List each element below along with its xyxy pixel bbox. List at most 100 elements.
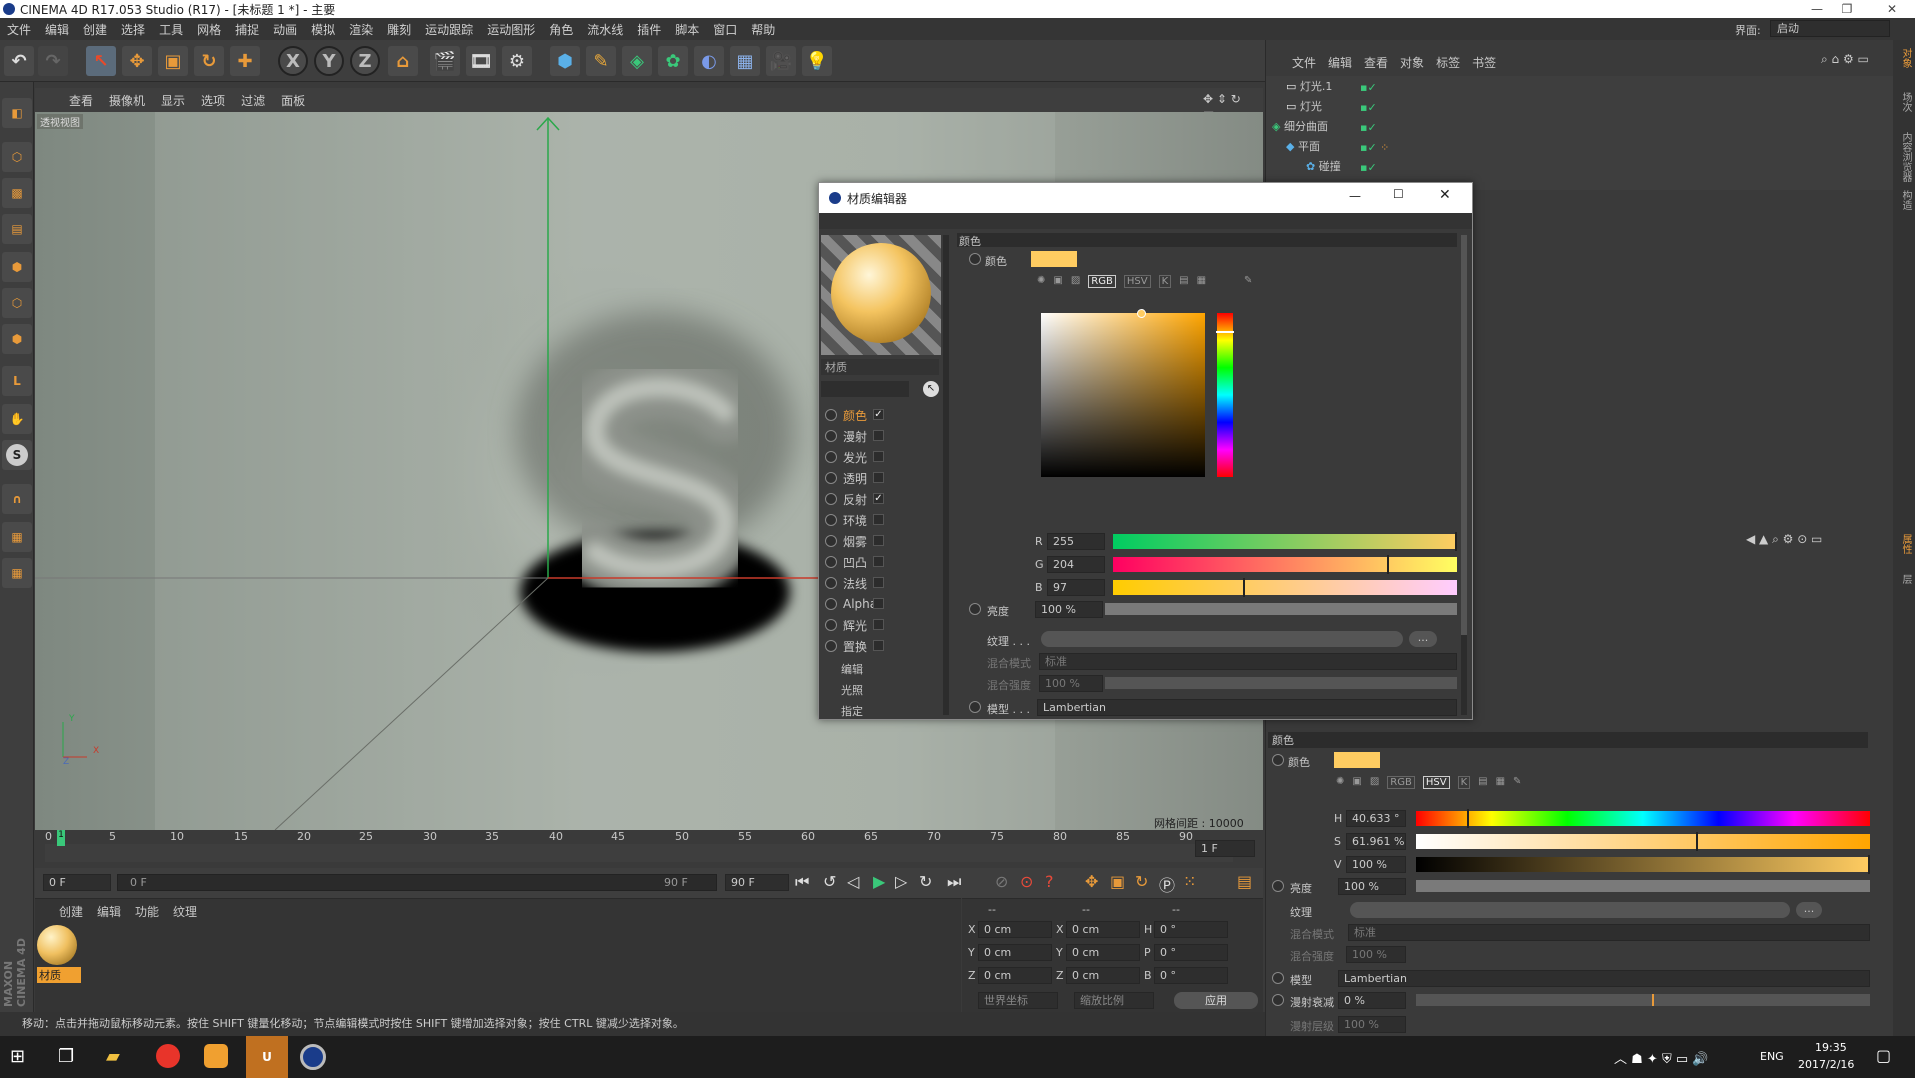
make-editable-icon[interactable]: ◧ [2,98,32,128]
blue-slider-handle[interactable] [1243,578,1245,597]
objmgr-menu-objects[interactable]: 对象 [1400,54,1424,71]
grid-snap-icon[interactable]: ▦ [2,558,32,588]
eyedropper-icon[interactable]: ✎ [1513,776,1521,789]
key-param-icon[interactable]: Ⓟ [1159,872,1175,896]
attr-texture-field[interactable] [1350,902,1790,918]
clock-time[interactable]: 19:35 [1815,1041,1847,1054]
object-item-collision[interactable]: ✿ 碰撞 [1306,158,1341,174]
attr-color-mode-icons[interactable]: ✺ ▣ ▨ RGB HSV K ▤ ▦ ✎ [1336,776,1521,789]
snap-icon[interactable]: S [2,440,32,470]
attr-texture-browse-button[interactable]: ... [1796,902,1822,918]
menu-window[interactable]: 窗口 [706,21,744,38]
channel-displacement-checkbox[interactable] [873,640,884,651]
redo-icon[interactable]: ↷ [38,46,68,76]
menu-snap[interactable]: 捕捉 [228,21,266,38]
attr-brightness-field[interactable]: 100 % [1338,878,1406,895]
menu-script[interactable]: 脚本 [668,21,706,38]
channel-displacement[interactable]: 置换 [825,636,867,656]
attr-falloff-radio[interactable] [1272,994,1290,1009]
kelvin-mode-button[interactable]: K [1457,776,1471,789]
z-axis-lock-button[interactable]: Z [350,46,380,76]
unreal-engine-icon[interactable]: U [246,1036,288,1078]
go-to-start-icon[interactable]: ⏮ [795,872,809,892]
color-wheel-icon[interactable]: ✺ [1037,275,1045,288]
go-to-end-icon[interactable]: ⏭ [947,872,961,892]
green-slider[interactable] [1113,555,1457,574]
end-frame-field[interactable]: 90 F [725,874,789,891]
y-axis-lock-button[interactable]: Y [314,46,344,76]
undo-icon[interactable]: ↶ [4,46,34,76]
points-mode-icon[interactable]: ⬢ [2,252,32,282]
cube-object-icon[interactable]: ⬢ [550,46,580,76]
coordinate-system-icon[interactable]: ⌂ [388,46,418,76]
matmgr-menu-texture[interactable]: 纹理 [173,903,197,920]
dialog-maximize-icon[interactable]: ☐ [1393,187,1404,201]
rotation-b-field[interactable]: 0 ° [1154,967,1228,984]
hue-strip-handle[interactable] [1216,331,1234,333]
channel-color-checkbox[interactable]: ✓ [873,409,884,420]
floor-object-icon[interactable]: ▦ [730,46,760,76]
menu-create[interactable]: 创建 [76,21,114,38]
viewport-menu-view[interactable]: 查看 [61,92,101,109]
render-picture-viewer-icon[interactable]: 🎞 [466,46,496,76]
objmgr-menu-tags[interactable]: 标签 [1436,54,1460,71]
red-slider[interactable] [1113,532,1457,551]
dialog-color-mode-icons[interactable]: ✺ ▣ ▨ RGB HSV K ▤ ▦ ✎ [1037,275,1252,288]
autokey-icon[interactable]: ⊙ [1020,872,1033,891]
sv-picker-handle[interactable] [1137,309,1146,318]
value-slider[interactable] [1416,855,1870,874]
menu-select[interactable]: 选择 [114,21,152,38]
dialog-brightness-radio[interactable] [969,603,987,618]
page-illumination[interactable]: 光照 [841,682,863,698]
page-editor[interactable]: 编辑 [841,661,863,677]
key-pla-icon[interactable]: ⁙ [1183,872,1196,891]
channel-reflectance[interactable]: 反射 [825,489,867,509]
channel-glow[interactable]: 辉光 [825,615,867,635]
start-frame-field[interactable]: 0 F [43,874,111,891]
right-scrollbar[interactable] [1461,235,1467,715]
key-rotation-icon[interactable]: ↻ [1135,872,1148,891]
dialog-brightness-field[interactable]: 100 % [1035,601,1103,618]
swatches-icon[interactable]: ▦ [1496,776,1505,789]
tab-layers[interactable]: 层 [1895,574,1913,584]
tab-content-browser[interactable]: 内容浏览器 [1895,132,1913,182]
tab-structure[interactable]: 构造 [1895,190,1913,210]
channel-environment[interactable]: 环境 [825,510,867,530]
viewport-menu-display[interactable]: 显示 [153,92,193,109]
channel-color[interactable]: 颜色 [825,405,867,425]
tab-attributes[interactable]: 属性 [1895,534,1913,554]
material-name-input[interactable] [821,381,909,397]
red-slider-handle[interactable] [1455,532,1457,551]
last-tool-icon[interactable]: ✚ [230,46,260,76]
position-y-field[interactable]: 0 cm [978,944,1052,961]
page-assignment[interactable]: 指定 [841,703,863,719]
position-x-field[interactable]: 0 cm [978,921,1052,938]
app-orange-icon[interactable] [204,1044,228,1068]
menu-edit[interactable]: 编辑 [38,21,76,38]
size-z-field[interactable]: 0 cm [1066,967,1140,984]
notification-icon[interactable]: ▢ [1876,1046,1891,1065]
menu-tools[interactable]: 工具 [152,21,190,38]
cloner-icon[interactable]: ✿ [658,46,688,76]
left-scrollbar[interactable] [943,235,949,715]
matmgr-menu-create[interactable]: 创建 [59,903,83,920]
channel-diffusion-checkbox[interactable] [873,430,884,441]
viewport-menu-panel[interactable]: 面板 [273,92,313,109]
axis-mode-icon[interactable]: L [2,366,32,396]
object-item-subdivision[interactable]: ◈ 细分曲面 [1272,118,1328,134]
hsv-mode-button[interactable]: HSV [1123,275,1151,288]
keyframe-help-icon[interactable]: ? [1045,872,1054,891]
channel-bump-checkbox[interactable] [873,556,884,567]
select-tool-icon[interactable]: ↖ [86,46,116,76]
matmgr-menu-edit[interactable]: 编辑 [97,903,121,920]
objmgr-menu-file[interactable]: 文件 [1292,54,1316,71]
tweak-mode-icon[interactable]: ✋ [2,404,32,434]
ime-indicator[interactable]: ENG [1760,1050,1784,1063]
previous-key-icon[interactable]: ↺ [823,872,836,891]
attr-model-select[interactable]: Lambertian [1338,970,1870,987]
attr-color-swatch[interactable] [1334,752,1380,768]
workplane-lock-icon[interactable]: ▦ [2,522,32,552]
weibo-icon[interactable] [156,1044,180,1068]
x-axis-lock-button[interactable]: X [278,46,308,76]
objmgr-menu-bookmarks[interactable]: 书签 [1472,54,1496,71]
